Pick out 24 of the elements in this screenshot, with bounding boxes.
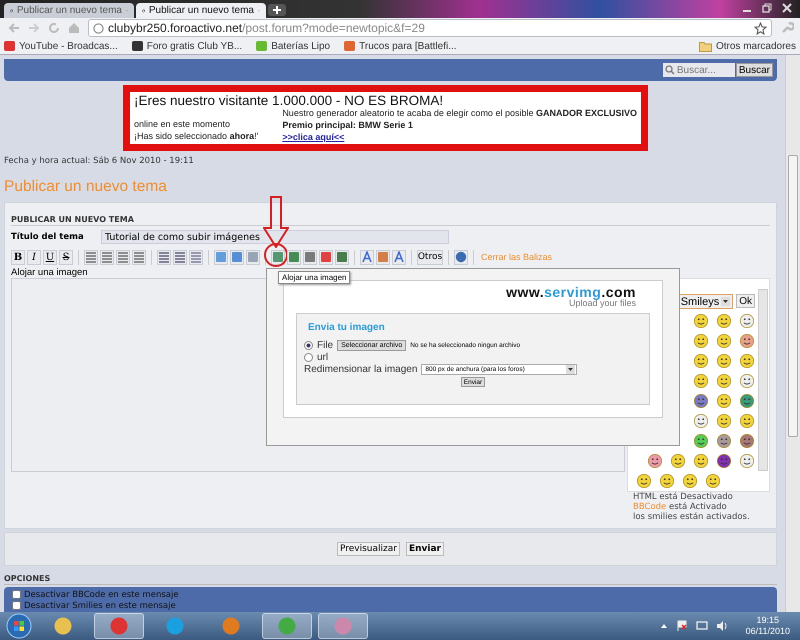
banner-text: ¡Has sido seleccionado ahora!' — [134, 130, 260, 142]
upload-heading: Envia tu imagen — [308, 322, 386, 333]
tooltip: Alojar una imagen — [278, 271, 350, 284]
banner-text: Nuestro generador aleatorio te acaba de elegir como el posible GANADOR EXCLUSIVO — [282, 108, 637, 120]
servimg-logo: www.servimg.com — [506, 285, 636, 299]
url-text: clubybr250.foroactivo.net/post.forum?mode=newtopic&f=29 — [108, 21, 426, 35]
banner-headline: ¡Eres nuestro visitante 1.000.000 - NO ES BROMA! — [134, 93, 444, 108]
editor-label: Alojar una imagen — [11, 267, 88, 278]
status-text: los smilies están activados. — [633, 512, 751, 522]
date-text: Fecha y hora actual: Sáb 6 Nov 2010 - 19:11 — [4, 156, 195, 166]
option-label: Desactivar Smilies en este mensaje — [24, 600, 176, 610]
banner-text: Premio principal: BMW Serie 1 — [282, 120, 414, 131]
radio-label: url — [317, 352, 328, 362]
resize-label: Redimensionar la imagen — [304, 364, 418, 374]
form-heading: PUBLICAR UN NUEVO TEMA — [11, 215, 770, 226]
status-text: HTML está Desactivado — [633, 492, 734, 502]
radio-label: File — [317, 340, 334, 350]
option-label: Desactivar BBCode en este mensaje — [24, 590, 179, 600]
options-heading: OPCIONES — [4, 574, 777, 585]
page-title: Publicar un nuevo tema — [4, 178, 168, 196]
logo-tagline: Upload your files — [568, 299, 636, 308]
field-label: Título del tema — [11, 232, 81, 242]
status-text: BBCode está Activado — [633, 502, 728, 512]
banner-text: online en este momento — [134, 119, 232, 130]
